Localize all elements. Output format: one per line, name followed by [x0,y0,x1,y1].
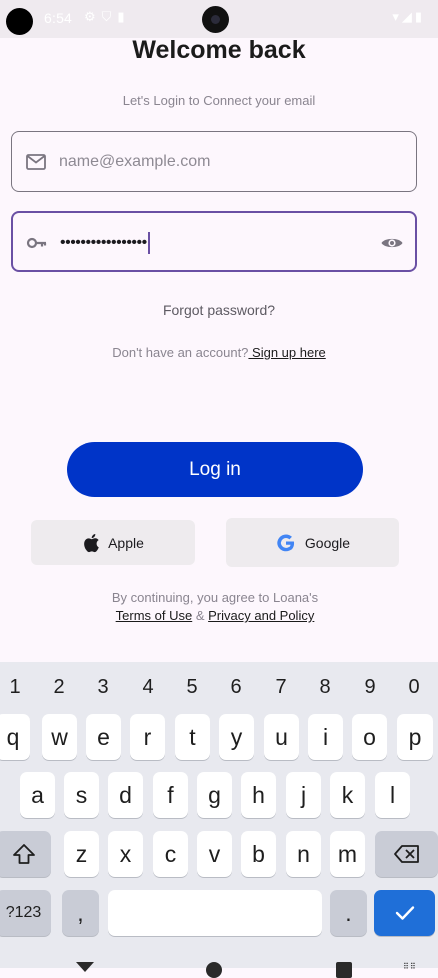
page-subtitle: Let's Login to Connect your email [122,93,316,108]
key-b[interactable]: b [241,831,276,877]
wifi-icon: ▾ [392,9,399,24]
key-7[interactable]: 7 [266,676,296,699]
key-n[interactable]: n [286,831,321,877]
symbols-key[interactable]: ?123 [0,890,51,936]
login-button[interactable]: Log in [67,442,363,497]
key-c[interactable]: c [153,831,188,877]
key-x[interactable]: x [108,831,143,877]
shift-icon [12,844,35,864]
key-r[interactable]: r [130,714,165,760]
forgot-password-link[interactable]: Forgot password? [0,302,438,318]
system-nav-bar: ⠿⠿ [0,954,438,978]
password-input[interactable]: ••••••••••••••••• [60,232,150,254]
key-1[interactable]: 1 [0,676,30,699]
key-i[interactable]: i [308,714,343,760]
no-account-text: Don't have an account? [112,345,249,360]
key-h[interactable]: h [241,772,276,818]
key-s[interactable]: s [64,772,99,818]
status-icons-left: ⚙ ⛉ ▮ [84,9,131,25]
key-5[interactable]: 5 [177,676,207,699]
key-g[interactable]: g [197,772,232,818]
terms-notice: By continuing, you agree to Loana's [111,590,319,605]
keyboard-switch-icon[interactable]: ⠿⠿ [403,962,417,971]
key-o[interactable]: o [352,714,387,760]
key-m[interactable]: m [330,831,365,877]
mail-icon [26,154,46,170]
key-3[interactable]: 3 [88,676,118,699]
recents-nav-icon[interactable] [336,962,352,978]
space-key[interactable] [108,890,322,936]
shield-icon: ⛉ [101,9,112,24]
google-login-button[interactable]: Google [226,518,399,567]
backspace-key[interactable] [375,831,438,877]
terms-links: Terms of Use & Privacy and Policy [0,608,430,623]
key-e[interactable]: e [86,714,121,760]
key-v[interactable]: v [197,831,232,877]
key-u[interactable]: u [264,714,299,760]
password-field[interactable]: ••••••••••••••••• [11,211,417,272]
text-caret [147,232,150,254]
settings-icon: ⚙ [84,9,96,24]
apple-login-button[interactable]: Apple [31,520,195,565]
home-nav-icon[interactable] [206,962,222,978]
key-icon [26,237,47,249]
privacy-policy-link[interactable]: Privacy and Policy [208,608,314,623]
key-0[interactable]: 0 [399,676,429,699]
email-input[interactable] [59,132,359,191]
status-time: 6:54 [44,10,73,26]
key-2[interactable]: 2 [44,676,74,699]
key-f[interactable]: f [153,772,188,818]
shift-key[interactable] [0,831,51,877]
status-bar: 6:54 ⚙ ⛉ ▮ ▾ ◢ ▮ [0,0,438,38]
key-w[interactable]: w [42,714,77,760]
eye-icon[interactable] [380,231,404,255]
signup-link[interactable]: Sign up here [248,345,326,360]
battery-icon: ▮ [414,9,422,24]
on-screen-keyboard: 1 2 3 4 5 6 7 8 9 0 q w e r t y u i o p … [0,662,438,968]
key-k[interactable]: k [330,772,365,818]
signal-icon: ◢ [401,9,412,24]
key-l[interactable]: l [375,772,410,818]
key-q[interactable]: q [0,714,30,760]
key-a[interactable]: a [20,772,55,818]
password-value: ••••••••••••••••• [60,234,147,252]
checkmark-icon [395,906,414,920]
google-label: Google [304,534,351,551]
key-8[interactable]: 8 [310,676,340,699]
key-j[interactable]: j [286,772,321,818]
key-t[interactable]: t [175,714,210,760]
backspace-icon [393,845,419,863]
key-9[interactable]: 9 [355,676,385,699]
front-camera [202,6,229,33]
status-icons-right: ▾ ◢ ▮ [389,9,422,25]
terms-ampersand: & [192,608,209,623]
key-6[interactable]: 6 [221,676,251,699]
terms-of-use-link[interactable]: Terms of Use [116,608,193,623]
comma-key[interactable]: , [62,890,99,936]
keyboard-number-row: 1 2 3 4 5 6 7 8 9 0 [0,662,438,706]
signup-prompt: Don't have an account? Sign up here [0,345,438,360]
apple-label: Apple [108,534,144,551]
back-nav-icon[interactable] [76,962,94,972]
sd-card-icon: ▮ [117,9,125,24]
enter-key[interactable] [374,890,435,936]
page-title: Welcome back [132,36,306,64]
email-field[interactable] [11,131,417,192]
key-d[interactable]: d [108,772,143,818]
key-p[interactable]: p [397,714,433,760]
period-key[interactable]: . [330,890,367,936]
key-z[interactable]: z [64,831,99,877]
google-icon [277,533,294,551]
apple-icon [84,533,99,552]
key-y[interactable]: y [219,714,254,760]
notification-dot [6,8,33,35]
key-4[interactable]: 4 [133,676,163,699]
